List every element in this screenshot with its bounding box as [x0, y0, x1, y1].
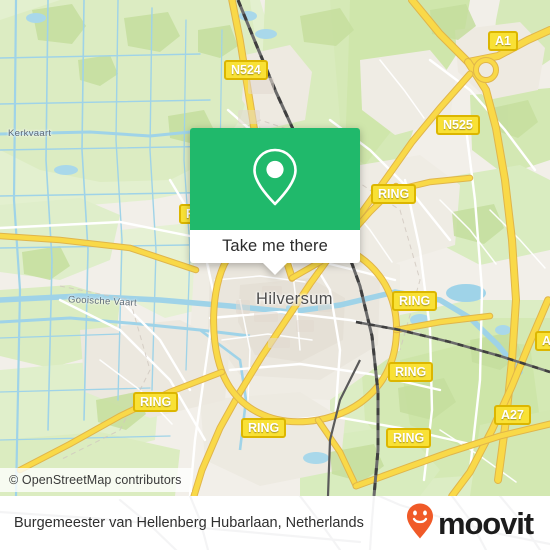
road-shield-ring-5[interactable]: RING — [133, 392, 179, 412]
popup-header — [190, 128, 360, 230]
footer-bar: Burgemeester van Hellenberg Hubarlaan, N… — [0, 496, 550, 550]
moovit-map-screenshot: Hilversum Kerkvaart Gooische Vaart N524 … — [0, 0, 550, 550]
attribution-text: © OpenStreetMap contributors — [9, 473, 182, 487]
popup-action-bar[interactable]: Take me there — [190, 230, 360, 263]
popup-tail — [262, 262, 288, 275]
map-attribution[interactable]: © OpenStreetMap contributors — [0, 468, 192, 492]
location-title: Burgemeester van Hellenberg Hubarlaan, N… — [14, 515, 364, 531]
moovit-smiley-pin-icon — [405, 502, 435, 545]
road-shield-ring-2[interactable]: RING — [392, 291, 438, 311]
road-shield-a27-1[interactable]: A27 — [494, 405, 531, 425]
map-label-kerkvaart: Kerkvaart — [8, 128, 52, 139]
moovit-wordmark: moovit — [437, 505, 534, 541]
road-shield-a27-2[interactable]: A27 — [535, 331, 550, 351]
take-me-there-popup[interactable]: Take me there — [190, 128, 360, 275]
road-shield-ring-4[interactable]: RING — [386, 428, 432, 448]
take-me-there-label: Take me there — [222, 237, 328, 255]
road-shield-ring-1[interactable]: RING — [371, 184, 417, 204]
road-shield-a1[interactable]: A1 — [488, 31, 518, 51]
moovit-logo[interactable]: moovit — [405, 502, 536, 545]
road-shield-ring-6[interactable]: RING — [241, 418, 287, 438]
road-shield-n524[interactable]: N524 — [224, 60, 268, 80]
road-shield-n525[interactable]: N525 — [436, 115, 480, 135]
location-pin-icon — [249, 146, 301, 213]
map-label-hilversum: Hilversum — [256, 290, 333, 308]
road-shield-ring-3[interactable]: RING — [388, 362, 434, 382]
